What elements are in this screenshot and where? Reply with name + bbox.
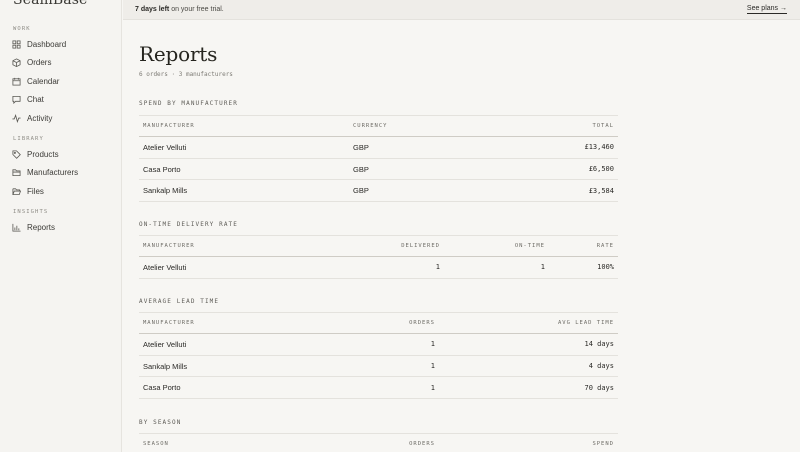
sidebar-item-orders[interactable]: Orders — [12, 55, 116, 69]
table-header-row: SEASON ORDERS SPEND — [139, 433, 618, 452]
tag-icon — [12, 149, 21, 159]
total-cell: £6,500 — [491, 158, 618, 181]
section-label-insights: INSIGHTS — [13, 209, 49, 215]
page-title: Reports — [139, 42, 218, 66]
sidebar-item-activity[interactable]: Activity — [12, 111, 116, 125]
sidebar-item-reports[interactable]: Reports — [12, 220, 116, 234]
total-cell: £13,460 — [491, 136, 618, 159]
manufacturer-cell: Casa Porto — [139, 376, 339, 400]
sidebar-item-products[interactable]: Products — [12, 147, 116, 161]
trial-days-left: 7 days left — [135, 6, 170, 13]
lead-time-cell: 14 days — [439, 333, 618, 356]
manufacturer-cell: Atelier Velluti — [139, 333, 339, 356]
manufacturer-cell: Casa Porto — [139, 158, 349, 181]
grid-icon — [12, 39, 21, 49]
brand-logo: SeamBase — [13, 0, 88, 8]
table-row: Atelier Velluti 1 14 days — [139, 333, 618, 356]
section-label-library: LIBRARY — [13, 136, 44, 142]
spend-table: MANUFACTURER CURRENCY TOTAL Atelier Vell… — [139, 115, 618, 203]
sidebar-item-label: Manufacturers — [27, 167, 79, 177]
table-row: Atelier Velluti GBP £13,460 — [139, 136, 618, 159]
sidebar-item-label: Calendar — [27, 76, 60, 86]
manufacturer-cell: Atelier Velluti — [139, 136, 349, 159]
column-header: MANUFACTURER — [139, 235, 339, 257]
column-header: AVG LEAD TIME — [439, 312, 618, 334]
sidebar-item-label: Orders — [27, 57, 52, 67]
orders-cell: 1 — [339, 376, 439, 400]
total-cell: £3,584 — [491, 179, 618, 203]
manufacturer-cell: Sankalp Mills — [139, 179, 349, 203]
column-header: CURRENCY — [349, 115, 492, 137]
see-plans-link[interactable]: See plans → — [746, 5, 787, 14]
calendar-icon — [12, 77, 21, 86]
section-heading-leadtime: AVERAGE LEAD TIME — [139, 298, 220, 305]
lead-time-cell: 70 days — [439, 376, 618, 400]
section-heading-season: BY SEASON — [139, 419, 182, 426]
page-subtitle: 6 orders · 3 manufacturers — [139, 71, 233, 78]
sidebar-item-label: Files — [27, 186, 44, 196]
season-table: SEASON ORDERS SPEND — [139, 433, 618, 452]
trial-message: 7 days left on your free trial. — [135, 6, 224, 13]
sidebar-item-chat[interactable]: Chat — [12, 92, 116, 106]
orders-cell: 1 — [339, 355, 439, 378]
table-header-row: MANUFACTURER CURRENCY TOTAL — [139, 115, 618, 137]
on-time-cell: 1 — [444, 256, 549, 279]
column-header: MANUFACTURER — [139, 312, 339, 334]
manufacturer-cell: Atelier Velluti — [139, 256, 339, 279]
column-header: RATE — [549, 235, 618, 257]
bar-chart-icon — [12, 223, 21, 232]
lead-time-cell: 4 days — [439, 355, 618, 378]
manufacturer-cell: Sankalp Mills — [139, 355, 339, 378]
currency-cell: GBP — [349, 136, 492, 159]
column-header: SEASON — [139, 433, 339, 452]
sidebar-item-label: Chat — [27, 94, 44, 104]
main-content: Reports 6 orders · 3 manufacturers SPEND… — [123, 21, 800, 452]
sidebar-item-dashboard[interactable]: Dashboard — [12, 37, 116, 51]
currency-cell: GBP — [349, 158, 492, 181]
folder-open-icon — [12, 187, 21, 196]
column-header: TOTAL — [491, 115, 618, 137]
table-row: Sankalp Mills GBP £3,584 — [139, 179, 618, 203]
currency-cell: GBP — [349, 179, 492, 203]
sidebar-item-calendar[interactable]: Calendar — [12, 74, 116, 88]
section-heading-delivery: ON-TIME DELIVERY RATE — [139, 221, 238, 228]
sidebar-item-label: Dashboard — [27, 39, 67, 49]
activity-icon — [12, 113, 21, 123]
sidebar-item-files[interactable]: Files — [12, 184, 116, 198]
section-heading-spend: SPEND BY MANUFACTURER — [139, 100, 238, 107]
sidebar-item-label: Products — [27, 149, 59, 159]
table-row: Sankalp Mills 1 4 days — [139, 355, 618, 378]
sidebar-item-manufacturers[interactable]: Manufacturers — [12, 165, 116, 179]
box-icon — [12, 57, 21, 67]
delivery-table: MANUFACTURER DELIVERED ON-TIME RATE Atel… — [139, 235, 618, 279]
leadtime-table: MANUFACTURER ORDERS AVG LEAD TIME Atelie… — [139, 312, 618, 400]
section-label-work: WORK — [13, 26, 31, 32]
rate-cell: 100% — [549, 256, 618, 279]
delivered-cell: 1 — [339, 256, 444, 279]
sidebar-item-label: Activity — [27, 113, 53, 123]
table-header-row: MANUFACTURER DELIVERED ON-TIME RATE — [139, 235, 618, 257]
column-header: MANUFACTURER — [139, 115, 349, 137]
sidebar: SeamBase WORK Dashboard Orders Calendar … — [0, 0, 122, 452]
table-row: Atelier Velluti 1 1 100% — [139, 256, 618, 279]
table-header-row: MANUFACTURER ORDERS AVG LEAD TIME — [139, 312, 618, 334]
table-row: Casa Porto 1 70 days — [139, 376, 618, 400]
orders-cell: 1 — [339, 333, 439, 356]
table-row: Casa Porto GBP £6,500 — [139, 158, 618, 181]
trial-banner: 7 days left on your free trial. See plan… — [123, 0, 800, 20]
column-header: DELIVERED — [339, 235, 444, 257]
trial-message-rest: on your free trial. — [169, 6, 224, 13]
column-header: ON-TIME — [444, 235, 549, 257]
column-header: ORDERS — [339, 433, 439, 452]
column-header: ORDERS — [339, 312, 439, 334]
sidebar-item-label: Reports — [27, 222, 56, 232]
folder-icon — [12, 168, 21, 177]
chat-icon — [12, 95, 21, 104]
column-header: SPEND — [439, 433, 618, 452]
